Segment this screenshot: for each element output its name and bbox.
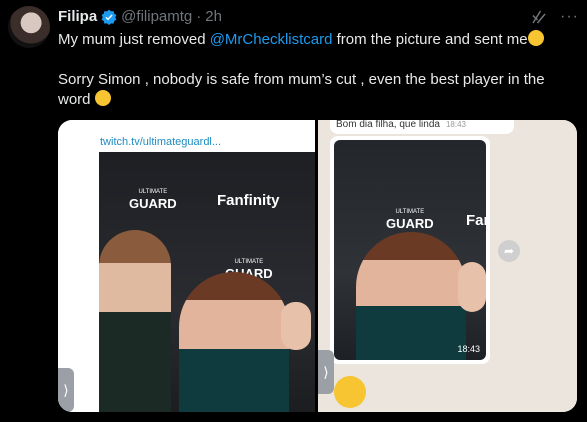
text-segment: My mum just removed: [58, 31, 210, 48]
tweet-line-2: Sorry Simon , nobody is safe from mum’s …: [58, 70, 578, 110]
waving-hand: [458, 262, 486, 312]
ultimate-guard-logo: ULTIMATEGUARD: [129, 189, 177, 211]
laughing-emoji-icon: [527, 30, 544, 46]
text-segment: from the picture and sent me: [332, 31, 528, 48]
avatar[interactable]: [8, 6, 50, 48]
chat-time: 18:43: [445, 120, 466, 129]
verified-badge-icon: [101, 9, 117, 25]
tweet-media[interactable]: twitch.tv/ultimateguardl... ULTIMATE GUAR…: [58, 120, 577, 412]
stream-link: twitch.tv/ultimateguardl...: [100, 136, 222, 148]
forward-icon[interactable]: ➦: [498, 240, 520, 262]
expand-arrow-button[interactable]: ⟩: [318, 350, 334, 394]
chat-message: Bom dia filha, que linda 18:43: [330, 120, 514, 134]
timestamp[interactable]: 2h: [205, 8, 222, 25]
woman-figure: [179, 272, 289, 412]
edited-photo: ULTIMATEGUARD Fan 18:43: [334, 140, 486, 360]
chat-text: Bom dia filha, que linda: [336, 120, 440, 130]
mention-link[interactable]: @MrChecklistcard: [210, 31, 333, 48]
woman-figure: [356, 232, 466, 360]
separator-dot: ·: [196, 8, 202, 25]
tweet-line-1: My mum just removed @MrChecklistcard fro…: [58, 30, 578, 50]
text-segment: Sorry Simon , nobody is safe from mum’s …: [58, 71, 545, 108]
author-handle[interactable]: @filipamtg: [121, 8, 192, 25]
fanfinity-logo: Fan: [466, 212, 486, 229]
ultimate-guard-logo: ULTIMATEGUARD: [386, 209, 434, 231]
photo-backdrop: ULTIMATEGUARD Fanfinity ULTIMATEGUARD: [99, 152, 315, 412]
kiss-emoji-icon: [334, 376, 366, 408]
grok-icon[interactable]: [530, 8, 548, 26]
tweet-text: My mum just removed @MrChecklistcard fro…: [58, 30, 578, 110]
waving-hand: [281, 302, 311, 350]
image-bubble: ULTIMATEGUARD Fan 18:43: [330, 136, 490, 364]
author-name[interactable]: Filipa: [58, 8, 97, 25]
more-icon[interactable]: ···: [560, 8, 579, 26]
tweet-header: Filipa @filipamtg · 2h: [58, 8, 222, 25]
fanfinity-logo: Fanfinity: [217, 192, 280, 209]
sweat-smile-emoji-icon: [94, 90, 111, 106]
media-image-right[interactable]: Bom dia filha, que linda 18:43 ULTIMATE GU…: [318, 120, 577, 412]
photo-timestamp: 18:43: [457, 344, 480, 354]
media-image-left[interactable]: twitch.tv/ultimateguardl... ULTIMATE GUAR…: [58, 120, 315, 412]
expand-arrow-button[interactable]: ⟩: [58, 368, 74, 412]
man-figure: [99, 230, 171, 412]
